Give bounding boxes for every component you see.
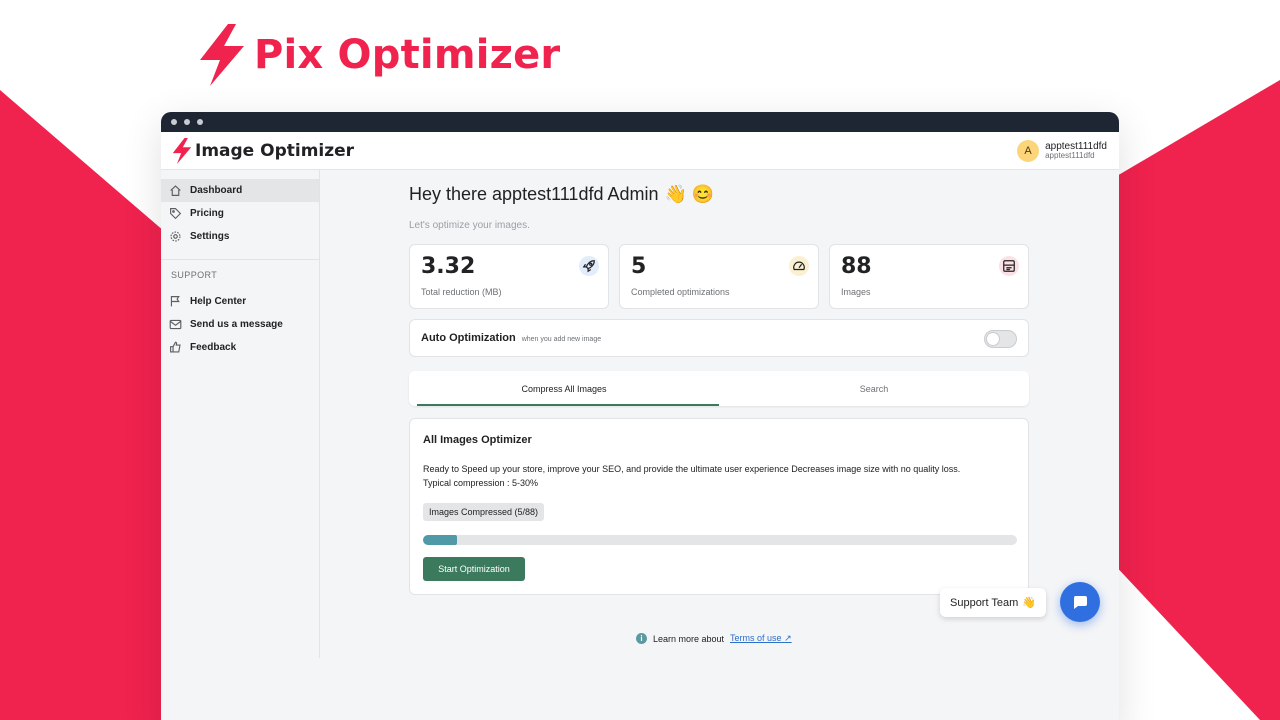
chat-launcher-button[interactable]: [1060, 582, 1100, 622]
stat-value: 88: [841, 254, 872, 279]
auto-optimization-card: Auto Optimization when you add new image: [409, 319, 1029, 357]
window-dot[interactable]: [184, 119, 190, 125]
greeting-emoji: 👋 😊: [664, 184, 715, 204]
gauge-icon: [789, 256, 809, 276]
page-subtitle: Let's optimize your images.: [409, 220, 530, 231]
progress-fill: [423, 535, 457, 545]
stat-value: 5: [631, 254, 647, 279]
tab-bar: Compress All Images Search: [409, 371, 1029, 406]
stat-card-images: 88 Images: [829, 244, 1029, 309]
user-shop: apptest111dfd: [1045, 150, 1095, 160]
sidebar-item-label: Pricing: [190, 208, 224, 219]
sidebar-item-send-message[interactable]: Send us a message: [161, 313, 319, 336]
image-gallery-icon: [999, 256, 1019, 276]
info-icon: i: [636, 633, 647, 644]
all-images-optimizer-card: All Images Optimizer Ready to Speed up y…: [409, 418, 1029, 595]
card-description: Ready to Speed up your store, improve yo…: [423, 462, 1013, 490]
sidebar: Dashboard Pricing Settings SUPPORT Help …: [161, 170, 320, 658]
sidebar-item-label: Help Center: [190, 296, 247, 307]
tab-compress-all-images[interactable]: Compress All Images: [409, 371, 719, 406]
compression-progress-bar: [423, 535, 1017, 545]
card-description-line: Ready to Speed up your store, improve yo…: [423, 464, 961, 474]
thumb-icon: [170, 341, 181, 353]
link-label: Terms of use: [730, 633, 782, 643]
window-titlebar: [161, 112, 1119, 132]
card-title: All Images Optimizer: [423, 434, 532, 446]
sidebar-item-label: Feedback: [190, 342, 237, 353]
brand-title: Pix Optimizer: [254, 32, 561, 78]
brand-header: Pix Optimizer: [198, 24, 560, 86]
page-title: Hey there apptest111dfd Admin 👋 😊: [409, 184, 714, 205]
wave-emoji: 👋: [1022, 597, 1036, 609]
window-dot[interactable]: [197, 119, 203, 125]
footer-terms: i Learn more about Terms of use ↗: [636, 633, 792, 644]
sidebar-heading-support: SUPPORT: [171, 270, 218, 280]
tab-search[interactable]: Search: [719, 371, 1029, 406]
user-menu[interactable]: A apptest111dfd apptest111dfd: [1017, 139, 1107, 162]
sidebar-item-pricing[interactable]: Pricing: [161, 202, 319, 225]
sidebar-item-label: Settings: [190, 231, 230, 242]
sidebar-item-feedback[interactable]: Feedback: [161, 336, 319, 359]
status-badge: Images Compressed (5/88): [423, 503, 545, 521]
stat-card-total-reduction: 3.32 Total reduction (MB): [409, 244, 609, 309]
terms-of-use-link[interactable]: Terms of use ↗: [730, 633, 792, 644]
footer-text: Learn more about: [653, 633, 725, 644]
sidebar-item-help-center[interactable]: Help Center: [161, 290, 319, 313]
support-team-text: Support Team: [950, 596, 1019, 609]
sidebar-divider: [161, 259, 319, 260]
user-name: apptest111dfd: [1045, 140, 1107, 152]
toggle-knob: [986, 332, 1000, 346]
app-window: Image Optimizer A apptest111dfd apptest1…: [161, 112, 1119, 720]
rocket-icon: [579, 256, 599, 276]
external-link-icon: ↗: [784, 633, 792, 643]
start-optimization-button[interactable]: Start Optimization: [423, 557, 525, 581]
tag-icon: [170, 208, 182, 220]
avatar: A: [1017, 139, 1040, 162]
card-description-line: Typical compression : 5-30%: [423, 478, 539, 488]
app-name: Image Optimizer: [195, 140, 355, 161]
mail-icon: [169, 319, 182, 330]
gear-icon: [170, 231, 181, 242]
lightning-logo-icon: [172, 137, 192, 164]
sidebar-item-label: Dashboard: [190, 185, 243, 196]
auto-optimization-toggle[interactable]: [984, 330, 1017, 348]
flag-icon: [170, 296, 180, 307]
stat-label: Completed optimizations: [631, 287, 730, 297]
stat-card-completed: 5 Completed optimizations: [619, 244, 819, 309]
app-topbar: Image Optimizer A apptest111dfd apptest1…: [161, 132, 1119, 170]
home-icon: [170, 185, 181, 196]
sidebar-item-dashboard[interactable]: Dashboard: [161, 179, 319, 202]
stat-value: 3.32: [421, 254, 476, 279]
window-dot[interactable]: [171, 119, 177, 125]
sidebar-item-label: Send us a message: [190, 319, 283, 330]
greeting-text: Hey there apptest111dfd Admin: [409, 184, 659, 204]
support-team-label[interactable]: Support Team 👋: [940, 588, 1046, 617]
auto-optimization-note: when you add new image: [521, 335, 602, 343]
app-logo[interactable]: Image Optimizer: [171, 137, 355, 164]
stat-label: Total reduction (MB): [421, 287, 502, 297]
auto-optimization-title: Auto Optimization: [421, 332, 516, 344]
chat-bubble-icon: [1073, 596, 1087, 609]
lightning-logo-icon: [200, 24, 244, 86]
stat-label: Images: [841, 287, 871, 297]
sidebar-item-settings[interactable]: Settings: [161, 225, 319, 248]
